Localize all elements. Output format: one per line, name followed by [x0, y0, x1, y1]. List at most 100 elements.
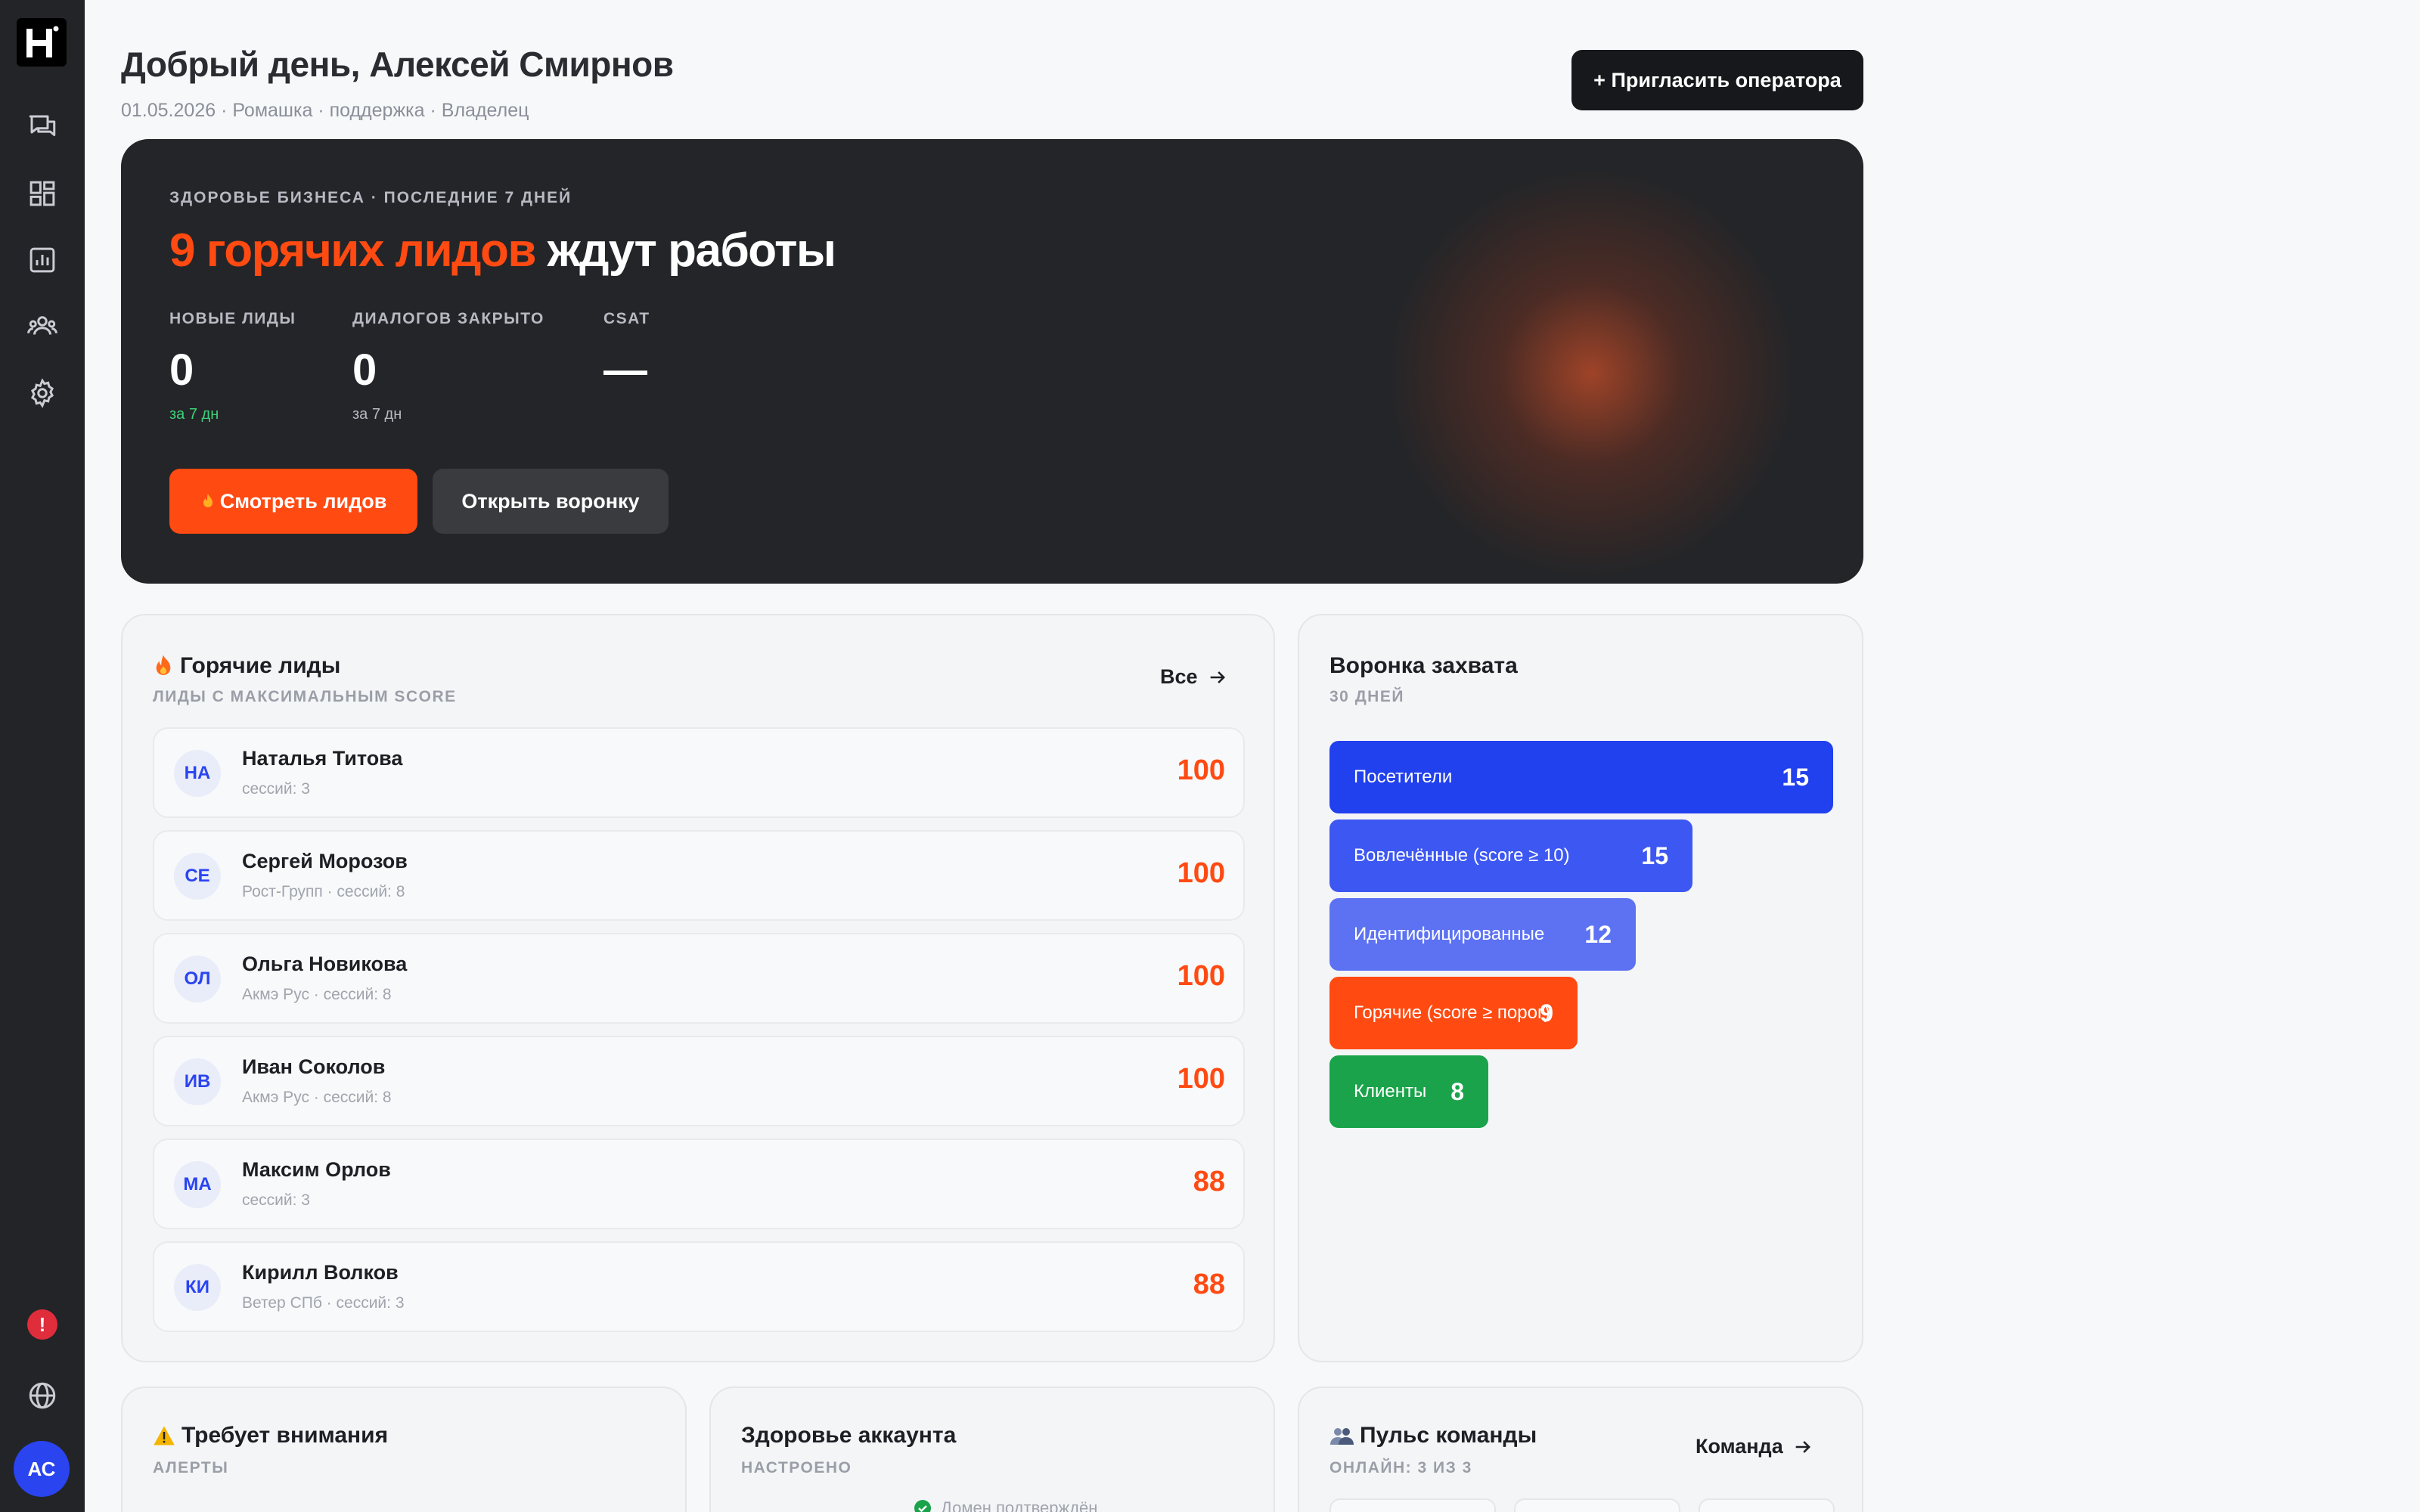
- lead-name: Максим Орлов: [242, 1158, 391, 1181]
- funnel-bar[interactable]: Вовлечённые (score ≥ 10) 15: [1329, 820, 1692, 892]
- lead-row[interactable]: КИ Кирилл Волков Ветер СПб · сессий: 3 8…: [153, 1241, 1245, 1332]
- sidebar: ! АС: [0, 0, 85, 1512]
- attention-subtitle: АЛЕРТЫ: [153, 1459, 229, 1476]
- lead-row[interactable]: СЕ Сергей Морозов Рост-Групп · сессий: 8…: [153, 830, 1245, 921]
- funnel-bar-label: Клиенты: [1354, 1081, 1427, 1101]
- view-leads-label: Смотреть лидов: [219, 489, 387, 513]
- invite-operator-button[interactable]: + Пригласить оператора: [1571, 50, 1863, 110]
- funnel-bar[interactable]: Горячие (score ≥ порог) 9: [1329, 977, 1578, 1049]
- check-circle-icon: [914, 1500, 931, 1512]
- arrow-right-icon: [1210, 671, 1225, 683]
- lead-avatar: МА: [174, 1161, 221, 1208]
- lead-score: 100: [1177, 857, 1225, 889]
- lead-name: Кирилл Волков: [242, 1261, 399, 1284]
- lead-meta: сессий: 3: [242, 1191, 310, 1209]
- team-link-label: Команда: [1696, 1435, 1783, 1458]
- lead-name: Наталья Титова: [242, 747, 403, 770]
- health-item: Домен подтверждён: [914, 1498, 1097, 1512]
- funnel-bar[interactable]: Идентифицированные 12: [1329, 898, 1636, 971]
- hero-title: 9 горячих лидов ждут работы: [169, 224, 836, 277]
- lead-row[interactable]: ИВ Иван Соколов Акмэ Рус · сессий: 8 100: [153, 1036, 1245, 1126]
- all-leads-label: Все: [1160, 665, 1198, 688]
- lead-name: Сергей Морозов: [242, 850, 408, 872]
- kpi-label: CSAT: [603, 310, 650, 327]
- attention-title: Требует внимания: [153, 1423, 388, 1448]
- nav-dashboard-icon[interactable]: [24, 175, 60, 212]
- kpi-note: за 7 дн: [352, 406, 402, 423]
- hot-leads-card: Горячие лиды ЛИДЫ С МАКСИМАЛЬНЫМ SCORE В…: [121, 614, 1275, 1362]
- hero-kicker: ЗДОРОВЬЕ БИЗНЕСА · ПОСЛЕДНИЕ 7 ДНЕЙ: [169, 189, 572, 206]
- lead-row[interactable]: НА Наталья Титова сессий: 3 100: [153, 727, 1245, 818]
- funnel-bar-value: 9: [1540, 999, 1553, 1027]
- lead-avatar: ОЛ: [174, 956, 221, 1002]
- team-pulse-subtitle: ОНЛАЙН: 3 ИЗ 3: [1329, 1459, 1472, 1476]
- kpi-new-leads: НОВЫЕ ЛИДЫ 0 за 7 дн: [169, 310, 296, 423]
- funnel-subtitle: 30 ДНЕЙ: [1329, 688, 1404, 705]
- hot-leads-title-text: Горячие лиды: [180, 653, 341, 678]
- lead-meta: сессий: 3: [242, 780, 310, 798]
- open-funnel-button[interactable]: Открыть воронку: [433, 469, 669, 534]
- lead-meta: Ветер СПб · сессий: 3: [242, 1294, 405, 1312]
- user-avatar[interactable]: АС: [14, 1441, 70, 1497]
- page-title: Добрый день, Алексей Смирнов: [121, 45, 674, 84]
- kpi-csat: CSAT —: [603, 310, 650, 395]
- account-health-card: Здоровье аккаунта НАСТРОЕНО Домен подтве…: [709, 1387, 1275, 1512]
- funnel-title: Воронка захвата: [1329, 653, 1518, 678]
- alert-badge[interactable]: !: [27, 1309, 57, 1340]
- lead-name: Иван Соколов: [242, 1055, 386, 1078]
- kpi-note: за 7 дн: [169, 406, 219, 423]
- fire-icon: [156, 655, 171, 675]
- lead-avatar: НА: [174, 750, 221, 797]
- app-logo[interactable]: [17, 18, 67, 67]
- team-link[interactable]: Команда: [1696, 1435, 1813, 1458]
- view-leads-button[interactable]: Смотреть лидов: [169, 469, 417, 534]
- operator-chip[interactable]: [1699, 1498, 1835, 1512]
- funnel-bar-value: 15: [1641, 841, 1668, 869]
- business-health-hero: ЗДОРОВЬЕ БИЗНЕСА · ПОСЛЕДНИЕ 7 ДНЕЙ 9 го…: [121, 139, 1863, 584]
- globe-icon[interactable]: [24, 1377, 60, 1414]
- funnel-bar[interactable]: Клиенты 8: [1329, 1055, 1488, 1128]
- kpi-dialogs-closed: ДИАЛОГОВ ЗАКРЫТО 0 за 7 дн: [352, 310, 544, 423]
- lead-meta: Акмэ Рус · сессий: 8: [242, 1089, 392, 1106]
- team-pulse-card: Пульс команды ОНЛАЙН: 3 ИЗ 3 Команда: [1298, 1387, 1863, 1512]
- page-subtitle: 01.05.2026 · Ромашка · поддержка · Владе…: [121, 100, 529, 121]
- hero-title-rest: ждут работы: [535, 225, 836, 277]
- all-leads-link[interactable]: Все: [1160, 665, 1228, 689]
- team-pulse-title: Пульс команды: [1329, 1423, 1537, 1448]
- lead-meta: Рост-Групп · сессий: 8: [242, 883, 405, 900]
- fire-icon: [203, 494, 213, 507]
- nav-analytics-icon[interactable]: [24, 242, 60, 278]
- funnel-bar-label: Вовлечённые (score ≥ 10): [1354, 845, 1570, 866]
- funnel-bar[interactable]: Посетители 15: [1329, 741, 1833, 813]
- account-health-title: Здоровье аккаунта: [741, 1423, 957, 1448]
- funnel-bar-label: Посетители: [1354, 767, 1453, 787]
- health-item-label: Домен подтверждён: [941, 1498, 1098, 1512]
- hot-leads-subtitle: ЛИДЫ С МАКСИМАЛЬНЫМ SCORE: [153, 688, 457, 705]
- attention-card: Требует внимания АЛЕРТЫ: [121, 1387, 687, 1512]
- logo-icon: [26, 26, 59, 57]
- kpi-label: НОВЫЕ ЛИДЫ: [169, 310, 296, 327]
- lead-row[interactable]: МА Максим Орлов сессий: 3 88: [153, 1139, 1245, 1229]
- nav-team-icon[interactable]: [24, 308, 60, 345]
- hot-leads-title: Горячие лиды: [153, 653, 340, 679]
- operator-chip[interactable]: [1329, 1498, 1496, 1512]
- warning-icon: [154, 1426, 175, 1445]
- kpi-label: ДИАЛОГОВ ЗАКРЫТО: [352, 310, 544, 327]
- funnel-bar-value: 15: [1782, 763, 1809, 791]
- lead-row[interactable]: ОЛ Ольга Новикова Акмэ Рус · сессий: 8 1…: [153, 933, 1245, 1024]
- kpi-value: —: [603, 345, 647, 395]
- nav-settings-icon[interactable]: [24, 375, 60, 411]
- lead-avatar: СЕ: [174, 853, 221, 900]
- lead-meta: Акмэ Рус · сессий: 8: [242, 986, 392, 1003]
- lead-score: 100: [1177, 754, 1225, 786]
- nav-chat-icon[interactable]: [24, 109, 60, 145]
- team-pulse-title-text: Пульс команды: [1360, 1423, 1537, 1448]
- hero-title-accent: 9 горячих лидов: [169, 225, 536, 277]
- attention-title-text: Требует внимания: [182, 1423, 389, 1448]
- operator-chip[interactable]: [1514, 1498, 1680, 1512]
- kpi-value: 0: [169, 345, 194, 395]
- funnel-bar-value: 12: [1584, 920, 1612, 948]
- arrow-right-icon: [1795, 1440, 1810, 1453]
- lead-score: 100: [1177, 1063, 1225, 1095]
- funnel-bar-label: Идентифицированные: [1354, 924, 1545, 944]
